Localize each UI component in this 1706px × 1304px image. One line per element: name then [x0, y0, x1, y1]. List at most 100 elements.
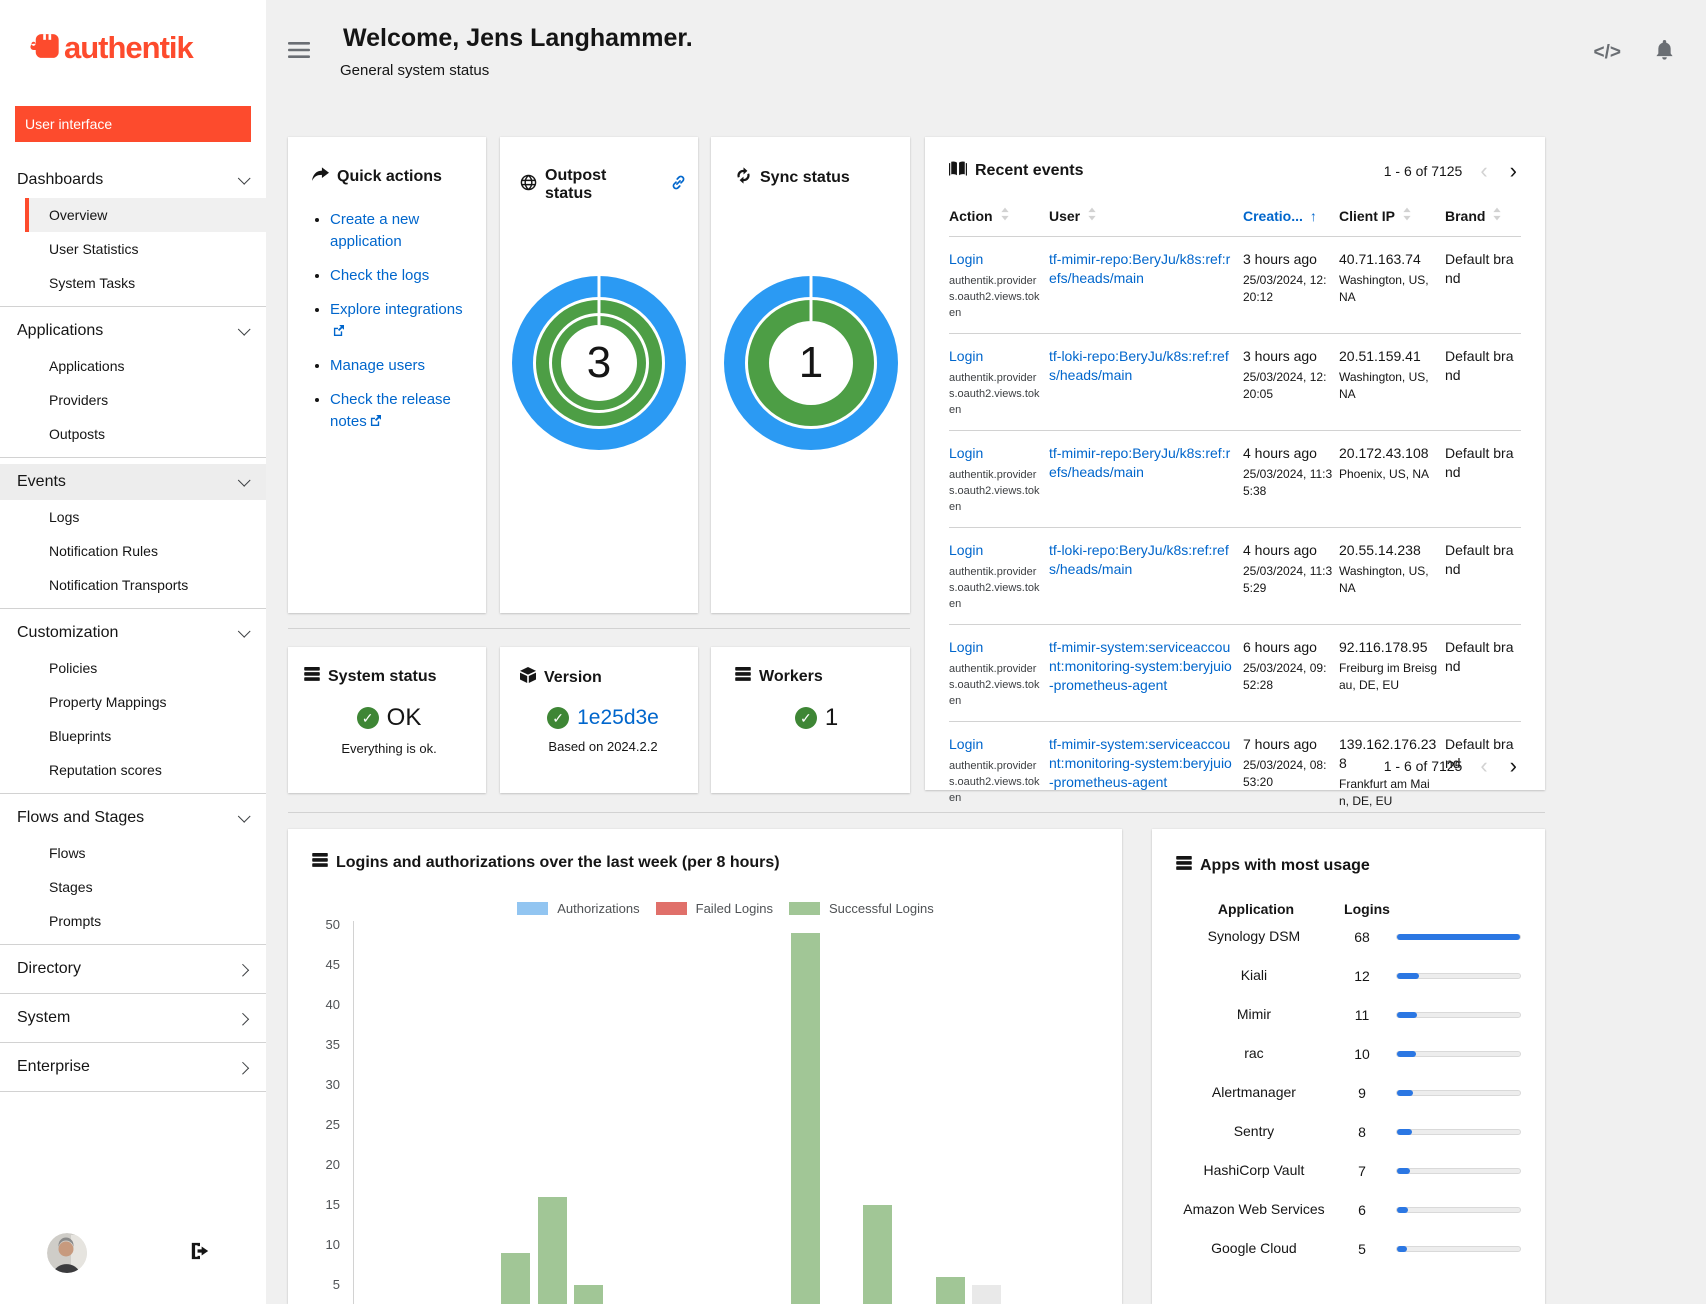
event-action-link[interactable]: Login — [949, 638, 983, 657]
quick-action-item: Create a new application — [330, 209, 470, 253]
events-column-creatio[interactable]: Creatio...↑ — [1243, 207, 1339, 224]
sidebar-item-system-tasks[interactable]: System Tasks — [25, 266, 266, 300]
external-link-icon — [370, 413, 381, 430]
events-column-client-ip[interactable]: Client IP — [1339, 207, 1445, 224]
event-user-link[interactable]: tf-loki-repo:BeryJu/k8s:ref:refs/heads/m… — [1049, 541, 1233, 579]
sidebar-divider — [0, 306, 266, 307]
sidebar-item-prompts[interactable]: Prompts — [25, 904, 266, 938]
sidebar-group-applications[interactable]: Applications — [0, 313, 266, 349]
apps-column-application: Application — [1176, 901, 1336, 917]
outpost-status-title: Outpost status — [545, 167, 653, 203]
event-user-link[interactable]: tf-mimir-system:serviceaccount:monitorin… — [1049, 735, 1233, 792]
quick-action-link-manage-users[interactable]: Manage users — [330, 357, 425, 374]
chevron-left-icon[interactable]: ‹ — [1476, 759, 1491, 773]
chevron-down-icon — [238, 810, 251, 823]
sidebar-item-logs[interactable]: Logs — [25, 500, 266, 534]
chart-bar — [501, 1253, 530, 1304]
sidebar-item-blueprints[interactable]: Blueprints — [25, 719, 266, 753]
legend-swatch — [789, 902, 820, 915]
donut-ring-green-inner: 3 — [549, 313, 649, 413]
y-tick: 30 — [298, 1077, 340, 1092]
legend-swatch — [517, 902, 548, 915]
sidebar-group-enterprise[interactable]: Enterprise — [0, 1049, 266, 1085]
quick-action-link-check-the-logs[interactable]: Check the logs — [330, 267, 429, 284]
events-pagination-bottom: 1 - 6 of 7125 ‹ › — [1384, 758, 1521, 774]
event-action-cell: Login authentik.providers.oauth2.views.t… — [949, 347, 1049, 418]
sidebar-group-events[interactable]: Events — [0, 464, 266, 500]
event-action-link[interactable]: Login — [949, 347, 983, 366]
donut-ring-blue: 3 — [512, 276, 686, 450]
chevron-right-icon — [236, 1061, 249, 1074]
chain-link-icon[interactable] — [671, 175, 686, 195]
chevron-left-icon[interactable]: ‹ — [1476, 164, 1491, 178]
sidebar-item-applications[interactable]: Applications — [25, 349, 266, 383]
event-user-link[interactable]: tf-mimir-repo:BeryJu/k8s:ref:refs/heads/… — [1049, 444, 1233, 482]
event-context: authentik.providers.oauth2.views.token — [949, 564, 1041, 612]
donut-notch — [598, 276, 601, 325]
server-icon — [1176, 856, 1192, 875]
events-column-brand[interactable]: Brand — [1445, 207, 1521, 224]
user-interface-button[interactable]: User interface — [15, 106, 251, 142]
sidebar-item-policies[interactable]: Policies — [25, 651, 266, 685]
check-circle-icon: ✓ — [547, 707, 569, 729]
event-action-link[interactable]: Login — [949, 444, 983, 463]
app-usage-bar-fill — [1397, 1012, 1417, 1018]
chevron-down-icon — [238, 625, 251, 638]
sidebar-item-notification-transports[interactable]: Notification Transports — [25, 568, 266, 602]
version-value-link[interactable]: 1e25d3e — [577, 706, 659, 730]
sidebar-item-providers[interactable]: Providers — [25, 383, 266, 417]
notification-bell-icon[interactable] — [1655, 40, 1674, 65]
app-usage-row: Kiali 12 — [1176, 956, 1521, 995]
api-code-icon[interactable]: </> — [1594, 42, 1621, 64]
app-usage-bar — [1396, 973, 1521, 979]
event-row: Login authentik.providers.oauth2.views.t… — [949, 430, 1521, 527]
events-column-action[interactable]: Action — [949, 207, 1049, 224]
chevron-down-icon — [238, 172, 251, 185]
event-client-ip: 20.55.14.238 — [1339, 541, 1439, 560]
event-user-link[interactable]: tf-mimir-repo:BeryJu/k8s:ref:refs/heads/… — [1049, 250, 1233, 288]
sidebar-nav: Dashboards OverviewUser StatisticsSystem … — [0, 162, 266, 1092]
quick-action-link-create-a-new-application[interactable]: Create a new application — [330, 211, 419, 250]
sidebar-item-stages[interactable]: Stages — [25, 870, 266, 904]
event-user-link[interactable]: tf-loki-repo:BeryJu/k8s:ref:refs/heads/m… — [1049, 347, 1233, 385]
sidebar-group-customization[interactable]: Customization — [0, 615, 266, 651]
legend-item-authorizations: Authorizations — [517, 901, 639, 916]
quick-action-link-explore-integrations[interactable]: Explore integrations — [330, 301, 463, 318]
events-column-user[interactable]: User — [1049, 207, 1243, 224]
chevron-right-icon[interactable]: › — [1506, 759, 1521, 773]
event-creation-cell: 7 hours ago 25/03/2024, 08:53:20 — [1243, 735, 1339, 810]
event-brand: Default brand — [1445, 250, 1521, 288]
sidebar-item-property-mappings[interactable]: Property Mappings — [25, 685, 266, 719]
chevron-right-icon[interactable]: › — [1506, 164, 1521, 178]
chart-bar — [936, 1277, 965, 1304]
user-avatar[interactable] — [47, 1233, 87, 1273]
sidebar-item-outposts[interactable]: Outposts — [25, 417, 266, 451]
sidebar-group-system[interactable]: System — [0, 1000, 266, 1036]
event-location: Frankfurt am Main, DE, EU — [1339, 776, 1439, 810]
section-divider — [288, 628, 910, 629]
event-action-link[interactable]: Login — [949, 541, 983, 560]
sidebar-footer — [0, 1212, 266, 1304]
sidebar-divider — [0, 457, 266, 458]
sidebar-group-directory[interactable]: Directory — [0, 951, 266, 987]
event-timestamp: 25/03/2024, 12:20:12 — [1243, 272, 1333, 306]
hamburger-menu-icon[interactable] — [288, 42, 310, 63]
app-usage-row: Alertmanager 9 — [1176, 1073, 1521, 1112]
sidebar-group-flows-and-stages[interactable]: Flows and Stages — [0, 800, 266, 836]
event-action-link[interactable]: Login — [949, 735, 983, 754]
event-brand-cell: Default brand — [1445, 444, 1521, 515]
event-action-link[interactable]: Login — [949, 250, 983, 269]
sidebar-item-notification-rules[interactable]: Notification Rules — [25, 534, 266, 568]
sidebar-item-reputation-scores[interactable]: Reputation scores — [25, 753, 266, 787]
quick-action-item: Manage users — [330, 355, 470, 377]
sidebar-item-flows[interactable]: Flows — [25, 836, 266, 870]
sidebar-item-user-statistics[interactable]: User Statistics — [25, 232, 266, 266]
quick-action-link-check-the-release-notes[interactable]: Check the release notes — [330, 391, 451, 430]
sign-out-icon[interactable] — [190, 1242, 210, 1265]
sidebar-group-dashboards[interactable]: Dashboards — [0, 162, 266, 198]
sidebar-group-label: Dashboards — [17, 171, 103, 189]
event-user-link[interactable]: tf-mimir-system:serviceaccount:monitorin… — [1049, 638, 1233, 695]
sidebar-item-overview[interactable]: Overview — [25, 198, 266, 232]
app-usage-row: rac 10 — [1176, 1034, 1521, 1073]
chevron-right-icon — [236, 963, 249, 976]
